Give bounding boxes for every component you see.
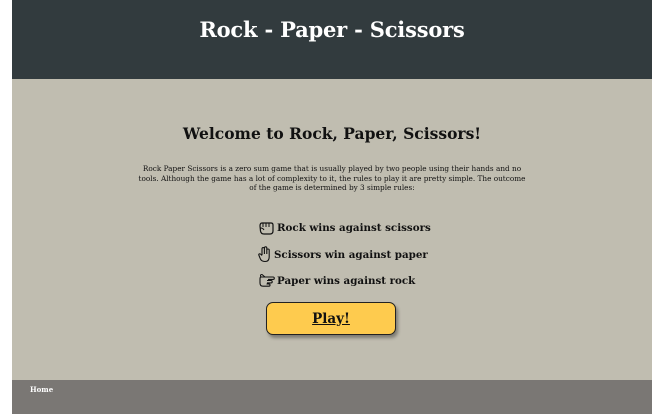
page: Rock - Paper - Scissors Welcome to Rock,…	[12, 0, 652, 414]
hand-rock-icon	[259, 222, 274, 235]
rule-rock: Rock wins against scissors	[258, 215, 518, 242]
rule-rock-text: Rock wins against scissors	[277, 222, 431, 235]
hand-paper-icon	[259, 274, 275, 287]
play-button[interactable]: Play!	[266, 302, 396, 335]
site-header: Rock - Paper - Scissors	[12, 0, 652, 79]
rules-list: Rock wins against scissors Scissors win …	[258, 215, 518, 295]
site-footer: Home	[12, 380, 652, 414]
footer-home-link[interactable]: Home	[30, 385, 53, 394]
site-title: Rock - Paper - Scissors	[199, 17, 465, 42]
rule-paper: Paper wins against rock	[258, 268, 518, 295]
rule-scissors-text: Scissors win against paper	[274, 248, 428, 261]
hand-scissors-icon	[258, 246, 270, 263]
intro-paragraph: Rock Paper Scissors is a zero sum game t…	[138, 164, 526, 193]
rule-scissors: Scissors win against paper	[258, 242, 518, 269]
rule-paper-text: Paper wins against rock	[277, 275, 416, 288]
welcome-heading: Welcome to Rock, Paper, Scissors!	[182, 124, 482, 143]
